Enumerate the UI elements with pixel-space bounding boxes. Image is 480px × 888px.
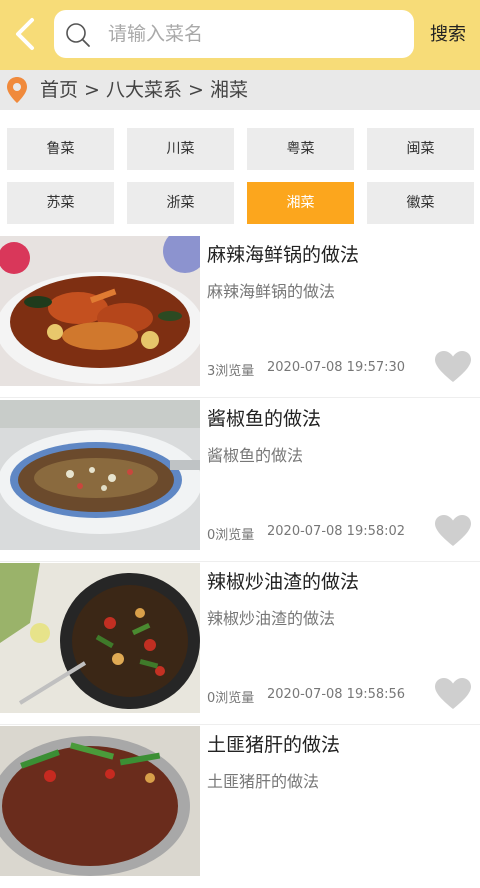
category-xiang[interactable]: 湘菜 bbox=[247, 182, 354, 224]
category-yue[interactable]: 粤菜 bbox=[247, 128, 354, 170]
category-zhe[interactable]: 浙菜 bbox=[127, 182, 234, 224]
heart-icon[interactable] bbox=[434, 350, 472, 384]
location-pin-icon bbox=[6, 76, 28, 104]
breadcrumb-bar: 首页 > 八大菜系 > 湘菜 bbox=[0, 70, 480, 110]
recipe-title[interactable]: 酱椒鱼的做法 bbox=[207, 404, 321, 431]
recipe-image-chili-pork-cracklings bbox=[0, 563, 200, 713]
recipe-image-bandit-pork-liver bbox=[0, 726, 200, 876]
search-box[interactable] bbox=[54, 10, 414, 58]
category-hui[interactable]: 徽菜 bbox=[367, 182, 474, 224]
recipe-item[interactable]: 辣椒炒油渣的做法 辣椒炒油渣的做法 0浏览量 2020-07-08 19:58:… bbox=[0, 563, 480, 725]
back-arrow-icon[interactable] bbox=[8, 14, 44, 54]
recipe-description: 酱椒鱼的做法 bbox=[207, 446, 304, 465]
category-lu[interactable]: 鲁菜 bbox=[7, 128, 114, 170]
recipe-image-seafood-pot bbox=[0, 236, 200, 386]
search-icon bbox=[64, 21, 92, 49]
breadcrumb: 首页 > 八大菜系 > 湘菜 bbox=[40, 79, 248, 101]
recipe-description: 土匪猪肝的做法 bbox=[207, 772, 320, 791]
search-input[interactable] bbox=[108, 18, 398, 50]
recipe-title[interactable]: 麻辣海鲜锅的做法 bbox=[207, 240, 359, 267]
recipe-title[interactable]: 土匪猪肝的做法 bbox=[207, 730, 340, 757]
publish-date: 2020-07-08 19:57:30 bbox=[267, 360, 406, 375]
category-grid: 鲁菜 川菜 粤菜 闽菜 苏菜 浙菜 湘菜 徽菜 bbox=[0, 110, 480, 236]
category-chuan[interactable]: 川菜 bbox=[127, 128, 234, 170]
publish-date: 2020-07-08 19:58:02 bbox=[267, 524, 406, 539]
top-bar: 搜索 bbox=[0, 0, 480, 70]
recipe-description: 辣椒炒油渣的做法 bbox=[207, 609, 336, 628]
heart-icon[interactable] bbox=[434, 677, 472, 711]
search-button[interactable]: 搜索 bbox=[422, 20, 474, 50]
category-su[interactable]: 苏菜 bbox=[7, 182, 114, 224]
recipe-description: 麻辣海鲜锅的做法 bbox=[207, 282, 336, 301]
publish-date: 2020-07-08 19:58:56 bbox=[267, 687, 406, 702]
view-count: 0浏览量 bbox=[207, 691, 255, 706]
view-count: 3浏览量 bbox=[207, 364, 255, 379]
recipe-item[interactable]: 麻辣海鲜锅的做法 麻辣海鲜锅的做法 3浏览量 2020-07-08 19:57:… bbox=[0, 236, 480, 398]
category-min[interactable]: 闽菜 bbox=[367, 128, 474, 170]
recipe-title[interactable]: 辣椒炒油渣的做法 bbox=[207, 567, 359, 594]
recipe-item[interactable]: 土匪猪肝的做法 土匪猪肝的做法 bbox=[0, 726, 480, 888]
recipe-item[interactable]: 酱椒鱼的做法 酱椒鱼的做法 0浏览量 2020-07-08 19:58:02 bbox=[0, 400, 480, 562]
view-count: 0浏览量 bbox=[207, 528, 255, 543]
recipe-image-pepper-fish bbox=[0, 400, 200, 550]
heart-icon[interactable] bbox=[434, 514, 472, 548]
